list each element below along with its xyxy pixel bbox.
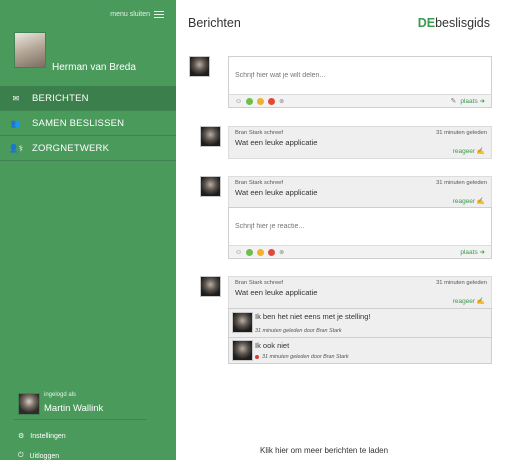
post-time: 31 minuten geleden xyxy=(436,130,487,136)
reply-button[interactable]: reageer ✍ xyxy=(453,147,485,155)
sidebar-item-label: BERICHTEN xyxy=(32,92,89,104)
logout-link[interactable]: ⏻ Uitloggen xyxy=(18,452,59,460)
brand-logo: DEbeslisgids xyxy=(418,16,490,30)
reply-icon: ✍ xyxy=(476,148,485,155)
reply-icon: ✍ xyxy=(476,198,485,205)
place-label: plaats xyxy=(460,249,478,256)
post-text: Wat een leuke applicatie xyxy=(235,138,318,147)
sidebar-nav: ✉ BERICHTEN 👥 SAMEN BESLISSEN 👤⚕ ZORGNET… xyxy=(0,86,176,161)
post-card: Bran Stark schreef 31 minuten geleden Wa… xyxy=(228,276,492,309)
brand-rest: beslisgids xyxy=(435,16,490,30)
settings-label: Instellingen xyxy=(30,432,66,440)
logged-in-label: ingelogd als xyxy=(44,392,77,398)
comment-card: Ik ben het niet eens met je stelling! 31… xyxy=(228,308,492,338)
comment-card: Ik ook niet 31 minuten geleden door Bran… xyxy=(228,337,492,364)
post-author: Bran Stark schreef xyxy=(235,130,284,136)
emoji-happy-icon[interactable] xyxy=(246,248,254,256)
comment-meta: 31 minuten geleden door Bran Stark xyxy=(255,328,342,334)
emoji-neutral-icon[interactable] xyxy=(257,97,265,105)
reply-toolbar: ☺ ⊗ plaats ➜ xyxy=(229,245,491,258)
post-meta: Bran Stark schreef 31 minuten geleden xyxy=(229,127,491,136)
reply-composer: ☺ ⊗ plaats ➜ xyxy=(228,207,492,259)
place-reply-button[interactable]: plaats ➜ xyxy=(460,248,485,256)
logged-in-name: Martin Wallink xyxy=(44,403,104,414)
comment-meta-text: 31 minuten geleden door Bran Stark xyxy=(255,328,342,334)
comment-avatar xyxy=(232,340,253,361)
settings-link[interactable]: ⚙ Instellingen xyxy=(18,432,66,441)
post-time: 31 minuten geleden xyxy=(436,180,487,186)
sidebar-item-label: SAMEN BESLISSEN xyxy=(32,117,125,129)
users-icon: 👥 xyxy=(10,118,22,128)
clear-icon[interactable]: ⊗ xyxy=(279,98,284,105)
logged-in-avatar xyxy=(18,393,40,415)
avatar xyxy=(200,276,221,297)
sidebar-item-samen-beslissen[interactable]: 👥 SAMEN BESLISSEN xyxy=(0,111,176,136)
post-text: Wat een leuke applicatie xyxy=(235,188,318,197)
reply-label: reageer xyxy=(452,298,476,305)
post-meta: Bran Stark schreef 31 minuten geleden xyxy=(229,277,491,286)
emoji-sad-icon[interactable] xyxy=(268,248,276,256)
menu-close-button[interactable]: menu sluiten xyxy=(110,9,164,20)
main-content: Berichten DEbeslisgids ☺ ⊗ ✎ plaats ➜ Br… xyxy=(176,0,506,460)
reply-input[interactable] xyxy=(229,208,491,244)
composer-toolbar: ☺ ⊗ ✎ plaats ➜ xyxy=(229,94,491,107)
menu-close-label: menu sluiten xyxy=(110,11,150,18)
reply-label: reageer xyxy=(452,198,476,205)
reply-button[interactable]: reageer ✍ xyxy=(453,197,485,205)
hamburger-icon xyxy=(154,9,164,20)
sidebar-divider xyxy=(14,419,146,420)
comment-meta: 31 minuten geleden door Bran Stark xyxy=(255,354,349,360)
sidebar: menu sluiten Herman van Breda ✉ BERICHTE… xyxy=(0,0,176,460)
composer: ☺ ⊗ ✎ plaats ➜ xyxy=(228,56,492,108)
comment-text: Ik ook niet xyxy=(255,341,290,350)
reply-label: reageer xyxy=(452,148,476,155)
post-card: Bran Stark schreef 31 minuten geleden Wa… xyxy=(228,126,492,159)
main-header: Berichten DEbeslisgids xyxy=(188,16,490,30)
load-more-link[interactable]: Klik hier om meer berichten te laden xyxy=(260,446,388,455)
power-icon: ⏻ xyxy=(18,452,24,459)
profile-photo xyxy=(14,32,46,68)
avatar xyxy=(189,56,210,77)
clear-icon[interactable]: ⊗ xyxy=(279,249,284,256)
reply-icon: ✍ xyxy=(476,298,485,305)
gear-icon: ⚙ xyxy=(18,433,25,440)
profile-name: Herman van Breda xyxy=(52,62,136,73)
arrow-right-icon: ➜ xyxy=(479,98,485,105)
smiley-icon[interactable]: ☺ xyxy=(235,98,242,105)
reply-button[interactable]: reageer ✍ xyxy=(453,297,485,305)
avatar xyxy=(200,176,221,197)
smiley-icon[interactable]: ☺ xyxy=(235,249,242,256)
arrow-right-icon: ➜ xyxy=(479,249,485,256)
place-label: plaats xyxy=(460,98,478,105)
mail-icon: ✉ xyxy=(12,93,20,103)
emoji-sad-icon[interactable] xyxy=(268,97,276,105)
emoji-happy-icon[interactable] xyxy=(246,97,254,105)
composer-input[interactable] xyxy=(229,57,491,93)
brand-strong: DE xyxy=(417,16,436,30)
sidebar-item-zorgnetwerk[interactable]: 👤⚕ ZORGNETWERK xyxy=(0,136,176,161)
status-dot-icon xyxy=(255,355,259,359)
post-card: Bran Stark schreef 31 minuten geleden Wa… xyxy=(228,176,492,209)
post-author: Bran Stark schreef xyxy=(235,280,284,286)
post-text: Wat een leuke applicatie xyxy=(235,288,318,297)
sidebar-item-label: ZORGNETWERK xyxy=(32,142,110,154)
place-button[interactable]: plaats ➜ xyxy=(460,97,485,105)
emoji-neutral-icon[interactable] xyxy=(257,248,265,256)
post-time: 31 minuten geleden xyxy=(436,280,487,286)
sidebar-item-berichten[interactable]: ✉ BERICHTEN xyxy=(0,86,176,111)
comment-text: Ik ben het niet eens met je stelling! xyxy=(255,312,371,321)
post-meta: Bran Stark schreef 31 minuten geleden xyxy=(229,177,491,186)
page-title: Berichten xyxy=(188,16,241,30)
attach-icon[interactable]: ✎ xyxy=(451,97,457,105)
avatar xyxy=(200,126,221,147)
network-icon: 👤⚕ xyxy=(8,143,24,153)
comment-meta-text: 31 minuten geleden door Bran Stark xyxy=(262,354,349,360)
post-author: Bran Stark schreef xyxy=(235,180,284,186)
comment-avatar xyxy=(232,312,253,333)
logout-label: Uitloggen xyxy=(29,452,60,460)
